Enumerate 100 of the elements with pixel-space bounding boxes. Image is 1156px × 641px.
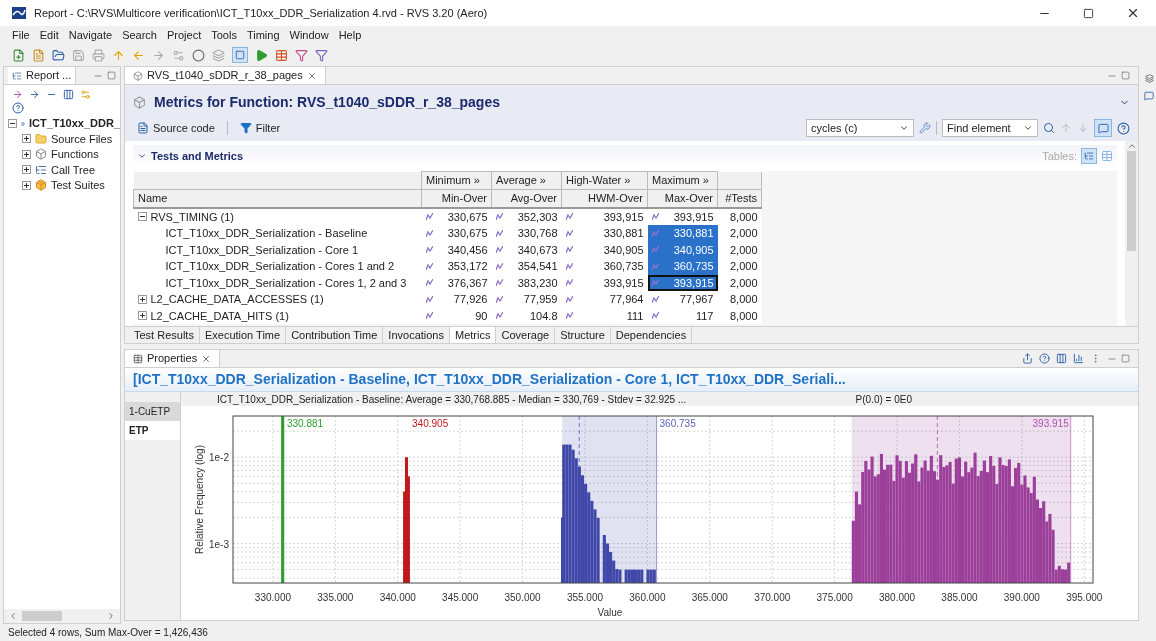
- menu-item[interactable]: Navigate: [68, 26, 113, 44]
- maximize-icon[interactable]: [1083, 7, 1094, 19]
- search-icon[interactable]: [1043, 122, 1055, 134]
- table-cell[interactable]: 77,959: [491, 291, 562, 308]
- table-cell[interactable]: 353,172: [421, 258, 492, 275]
- table-icon[interactable]: [275, 48, 288, 62]
- table-cell[interactable]: 104.8: [491, 307, 562, 324]
- menu-item[interactable]: Tools: [211, 26, 237, 44]
- side-tab[interactable]: 1-CuETP: [125, 402, 180, 421]
- columns-icon[interactable]: [1056, 353, 1067, 364]
- folder-icon[interactable]: [52, 48, 65, 62]
- view-tab[interactable]: Structure: [555, 327, 611, 343]
- table-icon[interactable]: [1101, 150, 1113, 162]
- expand-icon[interactable]: [22, 180, 31, 190]
- column-group-header[interactable]: Minimum »: [421, 171, 492, 190]
- table-cell[interactable]: 117: [647, 307, 718, 324]
- table-cell[interactable]: 383,230: [491, 274, 562, 291]
- row-name[interactable]: ICT_T10xx_DDR_Serialization - Baseline: [165, 225, 368, 242]
- table-cell[interactable]: 352,303: [491, 207, 562, 225]
- row-name[interactable]: RVS_TIMING (1): [150, 208, 235, 225]
- view-tab[interactable]: Coverage: [496, 327, 556, 343]
- menu-item[interactable]: Edit: [39, 26, 59, 44]
- view-tab[interactable]: Metrics: [450, 327, 497, 343]
- tree-item[interactable]: Source Files: [51, 130, 113, 147]
- wrench-icon[interactable]: [919, 122, 931, 134]
- arrow-right-icon[interactable]: [29, 89, 40, 100]
- collapse-icon[interactable]: [8, 119, 17, 128]
- menu-item[interactable]: Timing: [246, 26, 280, 44]
- collapse-icon[interactable]: [137, 212, 147, 222]
- table-cell[interactable]: 393,915: [561, 207, 648, 225]
- menu-item[interactable]: Search: [122, 26, 157, 44]
- help-icon[interactable]: [1039, 353, 1050, 364]
- arrow-up-icon[interactable]: [112, 48, 125, 62]
- scrollbar[interactable]: [1125, 141, 1138, 326]
- arrow-right-icon[interactable]: [12, 89, 23, 100]
- column-group-header[interactable]: Average »: [491, 171, 562, 190]
- table-cell[interactable]: 340,673: [491, 241, 562, 258]
- table-cell[interactable]: 77,926: [421, 291, 492, 308]
- row-name[interactable]: ICT_T10xx_DDR_Serialization - Cores 1 and 2: [165, 258, 395, 275]
- menu-item[interactable]: Project: [167, 26, 202, 44]
- column-group-header[interactable]: Maximum »: [647, 171, 718, 190]
- table-cell[interactable]: 330,768: [491, 225, 562, 242]
- find-field[interactable]: Find element: [942, 119, 1038, 137]
- comment-icon[interactable]: [1094, 119, 1112, 137]
- view-tab[interactable]: Contribution Time: [286, 327, 384, 343]
- table-cell[interactable]: 376,367: [421, 274, 492, 291]
- row-name[interactable]: L2_CACHE_DATA_HITS (1): [150, 307, 289, 324]
- columns-icon[interactable]: [63, 89, 74, 100]
- new-file-icon[interactable]: [12, 48, 25, 62]
- table-cell[interactable]: 360,735: [647, 258, 718, 275]
- table-cell[interactable]: 393,915: [561, 274, 648, 291]
- caret-icon[interactable]: [137, 151, 147, 161]
- menu-item[interactable]: Help: [338, 26, 362, 44]
- expand-icon[interactable]: [22, 149, 31, 159]
- close-icon[interactable]: [1126, 6, 1140, 20]
- row-name[interactable]: ICT_T10xx_DDR_Serialization - Cores 1, 2 and 3: [165, 274, 407, 291]
- editor-tab[interactable]: RVS_t1040_sDDR_r_38_pages: [125, 67, 326, 84]
- chart-icon[interactable]: [495, 312, 503, 320]
- window-icon[interactable]: [232, 47, 248, 63]
- view-tab[interactable]: Dependencies: [610, 327, 693, 343]
- help-icon[interactable]: [12, 102, 24, 114]
- tree-table-icon[interactable]: [1081, 148, 1097, 164]
- column-group-header[interactable]: High-Water »: [561, 171, 648, 190]
- scrollbar-thumb[interactable]: [22, 611, 62, 621]
- table-cell[interactable]: 340,456: [421, 241, 492, 258]
- scroll-up-icon[interactable]: [1126, 141, 1137, 151]
- comment-icon[interactable]: [1144, 91, 1154, 101]
- scroll-left-icon[interactable]: [8, 611, 18, 621]
- table-cell[interactable]: 340,905: [561, 241, 648, 258]
- document-icon[interactable]: [32, 48, 45, 62]
- column-header[interactable]: Name: [133, 189, 422, 208]
- column-header[interactable]: #Tests: [717, 189, 762, 208]
- filter-button[interactable]: Filter: [235, 119, 285, 137]
- table-cell[interactable]: 360,735: [561, 258, 648, 275]
- help-icon[interactable]: [1117, 121, 1130, 135]
- menu-item[interactable]: File: [12, 26, 30, 44]
- expand-icon[interactable]: [137, 294, 147, 304]
- chart-icon[interactable]: [425, 312, 433, 320]
- table-cell[interactable]: 330,881: [561, 225, 648, 242]
- row-name[interactable]: L2_CACHE_DATA_ACCESSES (1): [150, 291, 324, 308]
- table-cell[interactable]: 90: [421, 307, 492, 324]
- settings-icon[interactable]: [172, 48, 185, 62]
- printer-icon[interactable]: [92, 48, 105, 62]
- row-name[interactable]: ICT_T10xx_DDR_Serialization - Core 1: [165, 241, 359, 258]
- tree-item[interactable]: Functions: [51, 146, 99, 163]
- chart-icon[interactable]: [651, 312, 659, 320]
- expand-icon[interactable]: [22, 165, 31, 175]
- tree-item[interactable]: Call Tree: [51, 161, 96, 178]
- table-cell[interactable]: 111: [561, 307, 648, 324]
- settings-icon[interactable]: [80, 89, 91, 100]
- table-cell[interactable]: 330,675: [421, 225, 492, 242]
- view-tab[interactable]: Execution Time: [199, 327, 287, 343]
- menu-item[interactable]: Window: [289, 26, 329, 44]
- table-cell[interactable]: 330,881: [647, 225, 718, 242]
- funnel-icon[interactable]: [295, 48, 308, 62]
- side-tab[interactable]: ETP: [125, 421, 180, 440]
- section-title[interactable]: Tests and Metrics: [151, 147, 244, 165]
- save-icon[interactable]: [72, 48, 85, 62]
- expand-icon[interactable]: [22, 134, 31, 144]
- expand-icon[interactable]: [137, 311, 147, 321]
